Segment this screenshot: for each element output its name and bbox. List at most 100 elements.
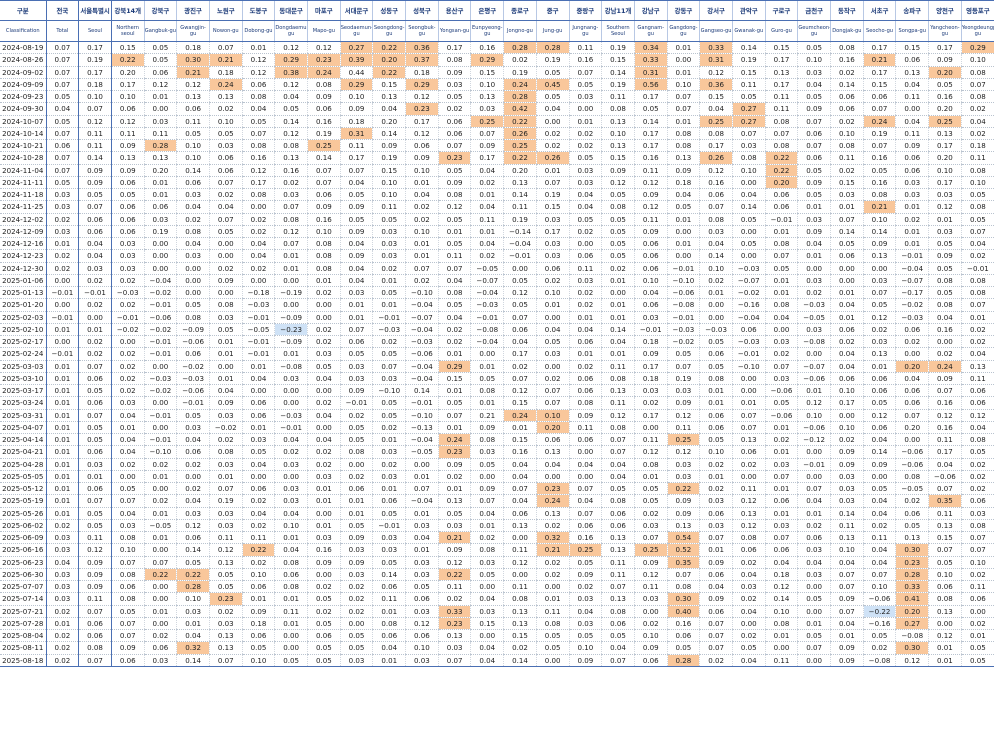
table-cell: 0.02 xyxy=(437,102,471,116)
table-cell: 0.10 xyxy=(633,274,668,288)
table-cell: 0.08 xyxy=(764,617,798,631)
table-cell: 0.03 xyxy=(699,494,733,508)
column-header-en: Gangseo-gu xyxy=(699,20,733,42)
table-cell: 0.06 xyxy=(601,519,635,533)
table-cell: 0.09 xyxy=(437,66,471,79)
table-cell: 0.02 xyxy=(568,360,602,373)
table-row: 2025-06-09 0.03 0.11 0.08 0.01 0.06 0.11 0.11 0.… xyxy=(0,531,994,545)
table-cell: −0.23 xyxy=(274,323,308,337)
table-cell: 0.05 xyxy=(830,237,864,251)
table-cell: 0.05 xyxy=(699,360,733,373)
table-cell: 0.01 xyxy=(797,617,831,631)
table-row: 2025-01-06 0.00 0.02 0.02 −0.04 0.00 0.09 0.00 0… xyxy=(0,274,994,288)
table-cell: 0.05 xyxy=(372,286,406,300)
table-cell: 0.10 xyxy=(960,53,994,67)
table-cell: 0.01 xyxy=(830,200,864,214)
table-cell: 0.13 xyxy=(143,151,177,165)
table-cell: 0.07 xyxy=(405,262,439,275)
table-cell: 0.05 xyxy=(437,213,471,226)
table-cell: 0.17 xyxy=(764,53,798,67)
table-cell: 0.02 xyxy=(960,102,994,116)
table-cell: 0.22 xyxy=(143,568,177,582)
table-cell: 0.01 xyxy=(45,372,80,386)
table-cell: −0.03 xyxy=(143,372,177,386)
table-cell: 0.02 xyxy=(731,629,766,643)
table-cell: 0.05 xyxy=(372,507,406,520)
row-date: 2025-01-20 xyxy=(0,298,47,312)
table-cell: 0.06 xyxy=(110,580,145,594)
table-cell: 0.38 xyxy=(274,66,308,79)
table-cell: −0.03 xyxy=(797,298,831,312)
table-cell: 0.07 xyxy=(45,78,80,92)
table-cell: 0.02 xyxy=(731,458,766,471)
table-cell: 0.31 xyxy=(633,66,668,79)
table-cell: 0.12 xyxy=(797,396,831,410)
table-cell: 0.11 xyxy=(437,249,471,263)
table-cell: 0.03 xyxy=(45,200,80,214)
table-cell: 0.02 xyxy=(45,605,80,618)
table-row: 2025-05-05 0.01 0.01 0.00 0.01 0.00 0.01 0.00 0.… xyxy=(0,470,994,484)
table-cell: 0.30 xyxy=(666,592,700,606)
table-cell: 0.10 xyxy=(797,53,831,67)
table-cell: −0.05 xyxy=(895,482,929,496)
table-cell: −0.01 xyxy=(78,286,112,300)
table-cell: 0.11 xyxy=(78,592,112,606)
table-cell: 0.09 xyxy=(830,445,864,459)
table-cell: 0.02 xyxy=(862,323,896,337)
table-cell: 0.07 xyxy=(307,164,341,177)
row-date: 2025-05-19 xyxy=(0,494,47,508)
table-cell: 0.02 xyxy=(241,225,275,239)
table-cell: 0.06 xyxy=(699,507,733,520)
table-cell: −0.01 xyxy=(503,249,537,263)
table-cell: 0.09 xyxy=(339,225,373,239)
table-cell: 0.11 xyxy=(535,605,569,618)
table-cell: 0.03 xyxy=(830,470,864,484)
column-header-en: Gangbuk-gu xyxy=(143,20,177,42)
table-cell: 0.17 xyxy=(764,78,798,92)
table-cell: 0.02 xyxy=(568,580,602,594)
table-cell: 0.07 xyxy=(437,409,471,422)
table-cell: 0.01 xyxy=(339,298,373,312)
table-cell: 0.07 xyxy=(862,102,896,116)
table-cell: 0.05 xyxy=(928,78,962,92)
table-cell: 0.21 xyxy=(470,409,504,422)
column-header-en: Mapo-gu xyxy=(307,20,341,42)
table-cell: 0.00 xyxy=(797,654,831,667)
table-cell: 0.04 xyxy=(535,102,569,116)
column-header-en: Seoul xyxy=(78,20,112,42)
table-cell: 0.06 xyxy=(895,396,929,410)
table-cell: −0.06 xyxy=(764,384,798,398)
table-cell: 0.00 xyxy=(307,568,341,582)
table-cell: 0.06 xyxy=(372,580,406,594)
table-cell: 0.16 xyxy=(928,421,962,435)
table-row: 2025-08-11 0.02 0.08 0.09 0.06 0.32 0.13 0.05 0.… xyxy=(0,641,994,655)
table-cell: 0.04 xyxy=(960,237,994,251)
table-cell: 0.04 xyxy=(339,176,373,190)
table-cell: 0.07 xyxy=(535,396,569,410)
table-cell: 0.05 xyxy=(503,298,537,312)
table-cell: 0.01 xyxy=(274,531,308,545)
table-cell: 0.04 xyxy=(176,494,210,508)
table-cell: −0.10 xyxy=(372,384,406,398)
table-cell: −0.10 xyxy=(143,445,177,459)
column-header-en: Yongsan-gu xyxy=(437,20,471,42)
table-cell: 0.04 xyxy=(503,335,537,349)
table-cell: 0.09 xyxy=(372,139,406,153)
table-cell: 0.15 xyxy=(535,200,569,214)
table-cell: 0.34 xyxy=(633,41,668,55)
table-cell: 0.11 xyxy=(764,102,798,116)
table-cell: 0.16 xyxy=(928,90,962,104)
table-cell: 0.02 xyxy=(45,213,80,226)
table-cell: 0.07 xyxy=(601,433,635,447)
table-cell: 0.19 xyxy=(143,225,177,239)
table-cell: 0.01 xyxy=(143,176,177,190)
table-cell: 0.07 xyxy=(503,482,537,496)
table-cell: 0.21 xyxy=(437,531,471,545)
table-cell: 0.20 xyxy=(895,360,929,373)
table-cell: 0.03 xyxy=(143,213,177,226)
table-cell: 0.17 xyxy=(535,225,569,239)
table-cell: 0.15 xyxy=(503,433,537,447)
table-cell: 0.01 xyxy=(78,470,112,484)
table-cell: −0.04 xyxy=(143,274,177,288)
table-cell: 0.08 xyxy=(503,592,537,606)
